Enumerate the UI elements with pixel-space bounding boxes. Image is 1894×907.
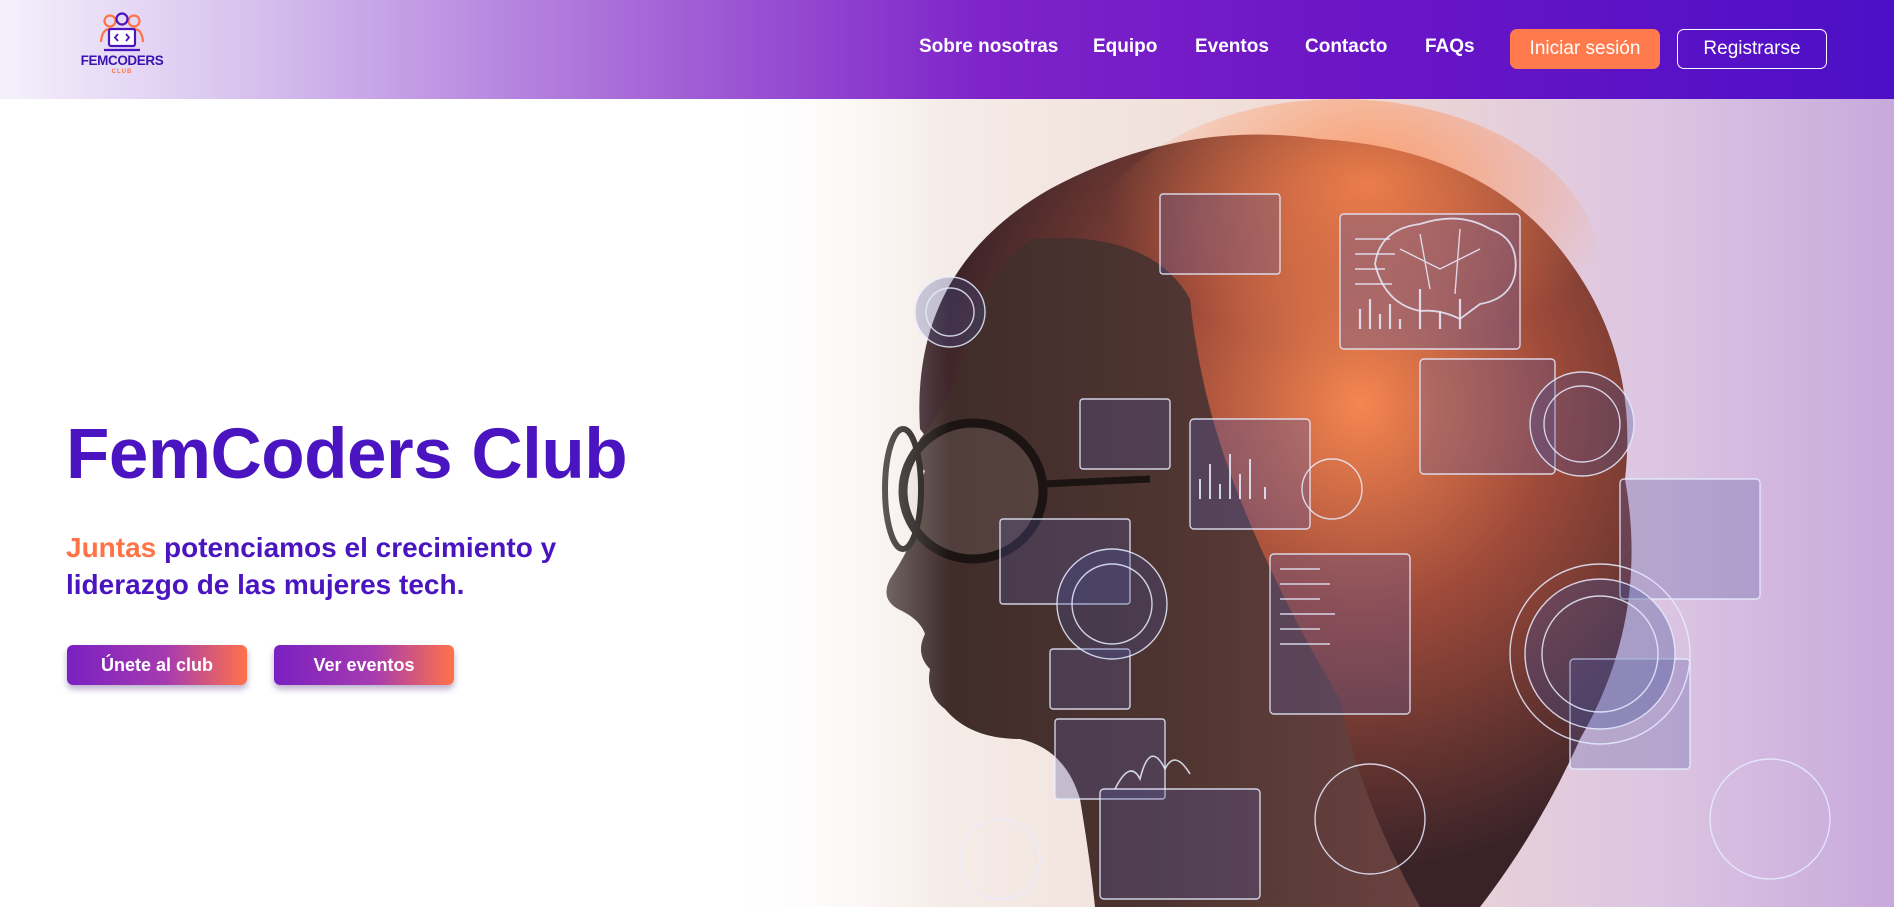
- login-button[interactable]: Iniciar sesión: [1510, 29, 1660, 69]
- hero-subtitle-accent: Juntas: [66, 532, 157, 563]
- nav-link-contacto[interactable]: Contacto: [1305, 36, 1387, 58]
- hero-image: [720, 99, 1894, 907]
- view-events-button[interactable]: Ver eventos: [274, 645, 454, 685]
- woman-profile-tech-illustration: [720, 99, 1894, 907]
- nav-link-equipo[interactable]: Equipo: [1093, 36, 1157, 58]
- nav-link-sobre-nosotras[interactable]: Sobre nosotras: [919, 36, 1058, 58]
- nav-link-faqs[interactable]: FAQs: [1425, 36, 1475, 58]
- nav-link-eventos[interactable]: Eventos: [1195, 36, 1269, 58]
- top-navbar: FEMCODERS CLUB Sobre nosotras Equipo Eve…: [0, 0, 1894, 99]
- join-club-button[interactable]: Únete al club: [67, 645, 247, 685]
- hero-title: FemCoders Club: [66, 415, 628, 494]
- hero-subtitle: Juntas potenciamos el crecimiento y lide…: [66, 529, 686, 603]
- register-button[interactable]: Registrarse: [1677, 29, 1827, 69]
